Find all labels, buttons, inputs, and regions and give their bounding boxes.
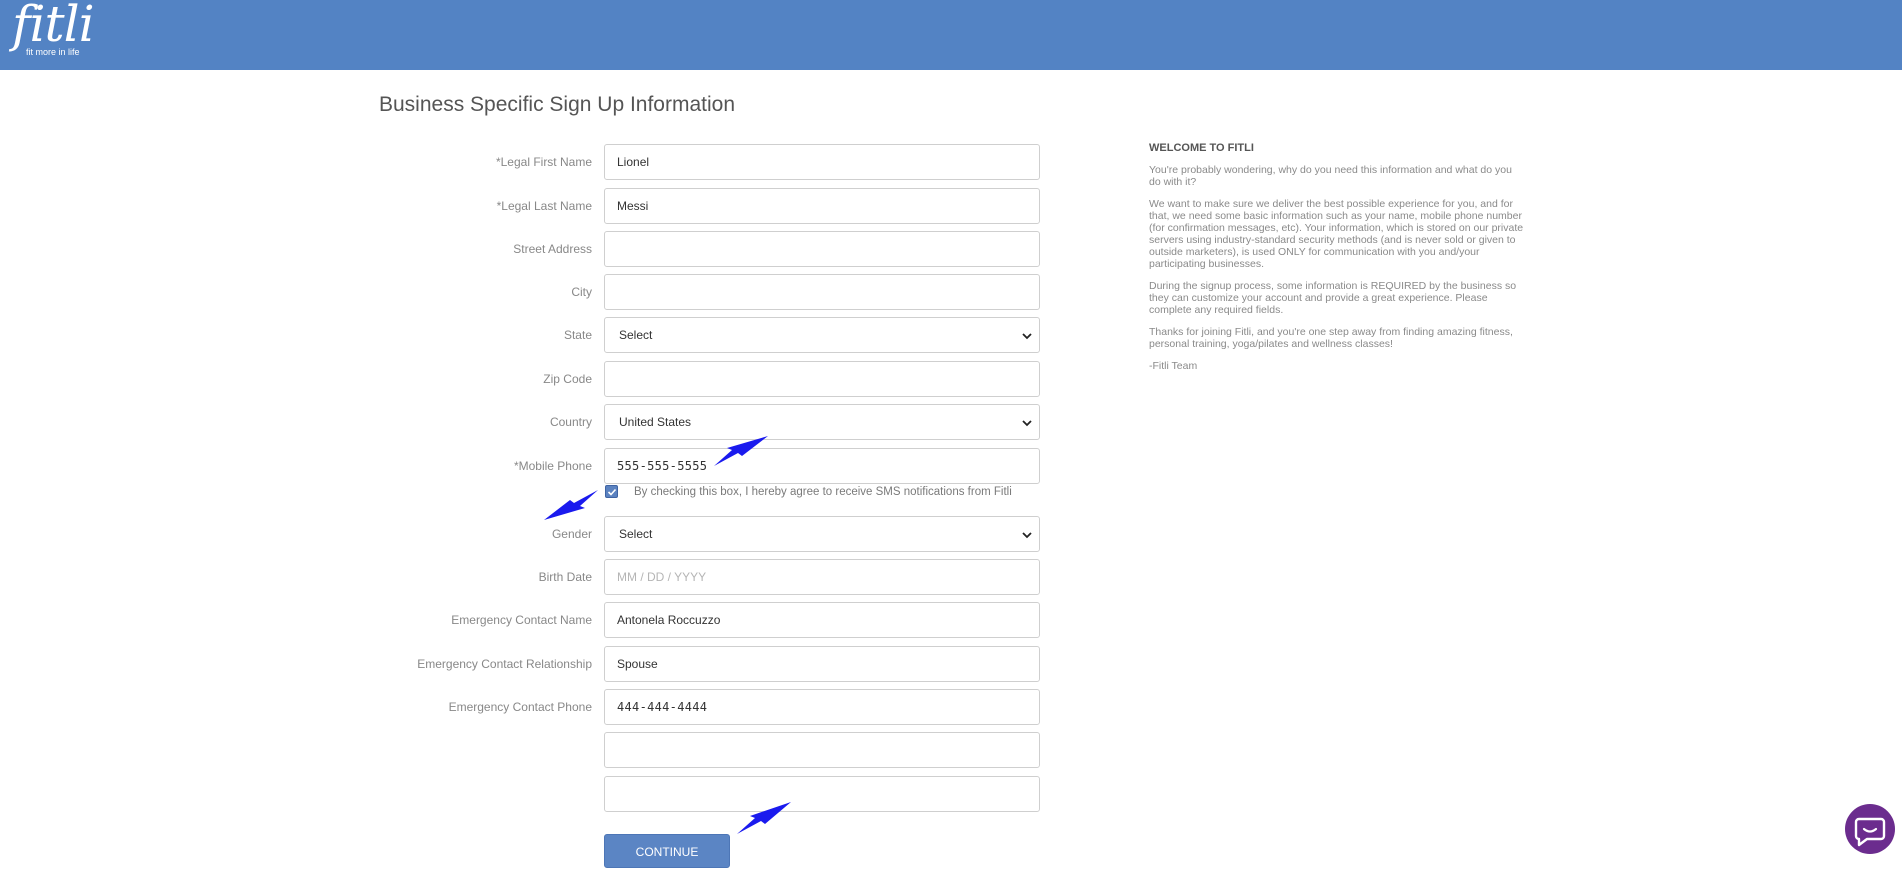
first-name-label: *Legal First Name <box>495 155 592 169</box>
chevron-down-icon <box>1022 333 1032 340</box>
emergency-relationship-input[interactable]: Spouse <box>604 646 1040 682</box>
top-bar: fitli fit more in life <box>0 0 1902 70</box>
chat-bubble-icon <box>1854 817 1886 847</box>
last-name-input[interactable]: Messi <box>604 188 1040 224</box>
gender-select[interactable]: Select <box>604 516 1040 552</box>
logo-word: fitli <box>12 0 95 53</box>
zip-row: Zip Code <box>0 361 1040 397</box>
last-name-label: *Legal Last Name <box>496 199 592 213</box>
street-label: Street Address <box>513 242 592 256</box>
extra-field-row-2 <box>0 776 1040 812</box>
mobile-label: *Mobile Phone <box>513 459 592 473</box>
checkmark-icon <box>607 488 617 496</box>
welcome-panel: WELCOME TO FITLI You're probably wonderi… <box>1149 142 1524 382</box>
state-row: State Select <box>0 317 1040 353</box>
welcome-signoff: -Fitli Team <box>1149 360 1198 372</box>
emergency-name-label: Emergency Contact Name <box>451 613 592 627</box>
last-name-row: *Legal Last Name Messi <box>0 188 1040 224</box>
fitli-logo[interactable]: fitli fit more in life <box>12 0 95 62</box>
birth-date-row: Birth Date MM / DD / YYYY <box>0 559 1040 595</box>
birth-date-input[interactable]: MM / DD / YYYY <box>604 559 1040 595</box>
street-input[interactable] <box>604 231 1040 267</box>
mobile-input[interactable]: 555-555-5555 <box>604 448 1040 484</box>
city-row: City <box>0 274 1040 310</box>
sms-consent-checkbox[interactable] <box>605 485 618 498</box>
emergency-name-row: Emergency Contact Name Antonela Roccuzzo <box>0 602 1040 638</box>
mobile-row: *Mobile Phone 555-555-5555 <box>0 448 1040 484</box>
emergency-relationship-row: Emergency Contact Relationship Spouse <box>0 646 1040 682</box>
first-name-row: *Legal First Name Lionel <box>0 144 1040 180</box>
arrow-annotation-icon <box>714 436 768 466</box>
welcome-paragraph-1: You're probably wondering, why do you ne… <box>1149 164 1512 188</box>
welcome-paragraph-4: Thanks for joining Fitli, and you're one… <box>1149 326 1513 350</box>
welcome-heading: WELCOME TO FITLI <box>1149 142 1254 154</box>
welcome-paragraph-2: We want to make sure we deliver the best… <box>1149 198 1524 270</box>
country-row: Country United States <box>0 404 1040 440</box>
country-select[interactable]: United States <box>604 404 1040 440</box>
extra-input-1[interactable] <box>604 732 1040 768</box>
sms-consent-text: By checking this box, I hereby agree to … <box>634 486 1012 498</box>
logo-tagline: fit more in life <box>26 47 80 57</box>
emergency-phone-row: Emergency Contact Phone 444-444-4444 <box>0 689 1040 725</box>
emergency-name-input[interactable]: Antonela Roccuzzo <box>604 602 1040 638</box>
birth-date-label: Birth Date <box>538 570 592 584</box>
welcome-paragraph-3: During the signup process, some informat… <box>1149 280 1517 316</box>
city-input[interactable] <box>604 274 1040 310</box>
zip-input[interactable] <box>604 361 1040 397</box>
state-label: State <box>563 328 592 342</box>
chevron-down-icon <box>1022 532 1032 539</box>
state-select[interactable]: Select <box>604 317 1040 353</box>
emergency-relationship-label: Emergency Contact Relationship <box>417 657 592 671</box>
emergency-phone-label: Emergency Contact Phone <box>448 700 592 714</box>
state-select-value: Select <box>619 328 653 342</box>
arrow-annotation-icon <box>544 490 598 520</box>
city-label: City <box>571 285 592 299</box>
sms-consent-row: By checking this box, I hereby agree to … <box>604 483 1044 501</box>
chevron-down-icon <box>1022 420 1032 427</box>
country-select-value: United States <box>619 415 692 429</box>
continue-button[interactable]: CONTINUE <box>604 834 730 868</box>
gender-row: Gender Select <box>0 516 1040 552</box>
first-name-input[interactable]: Lionel <box>604 144 1040 180</box>
emergency-phone-input[interactable]: 444-444-4444 <box>604 689 1040 725</box>
country-label: Country <box>549 415 592 429</box>
extra-field-row-1 <box>0 732 1040 768</box>
chat-launcher-button[interactable] <box>1845 804 1895 854</box>
gender-select-value: Select <box>619 527 653 541</box>
page-title: Business Specific Sign Up Information <box>379 93 736 116</box>
zip-label: Zip Code <box>543 372 592 386</box>
arrow-annotation-icon <box>737 802 791 834</box>
extra-input-2[interactable] <box>604 776 1040 812</box>
street-row: Street Address <box>0 231 1040 267</box>
